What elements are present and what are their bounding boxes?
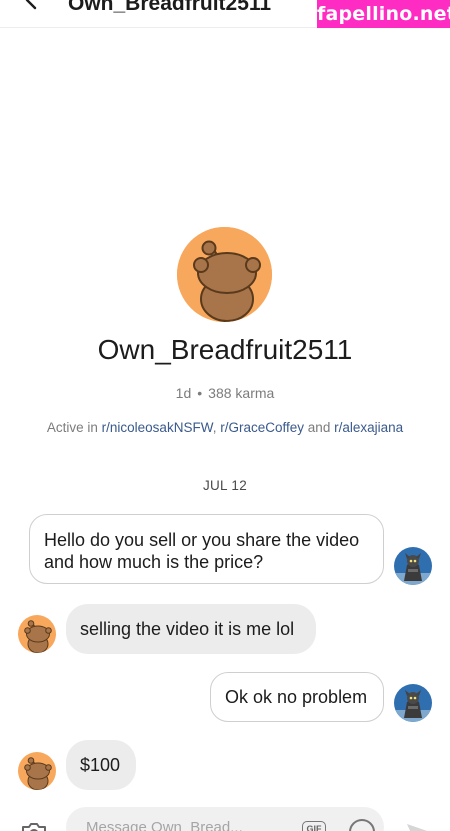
community-link[interactable]: r/alexajiana (334, 420, 403, 435)
message-input[interactable] (66, 807, 384, 831)
snoo-avatar-icon (177, 227, 272, 322)
message-composer: GIF (0, 805, 450, 831)
snoo-avatar-icon (18, 615, 56, 653)
snoo-avatar-icon (18, 752, 56, 790)
other-avatar[interactable] (18, 752, 56, 790)
profile-meta: 1d • 388 karma (0, 385, 450, 401)
send-icon[interactable] (405, 821, 435, 831)
karma-count: 388 karma (208, 385, 275, 401)
active-communities: Active in r/nicoleosakNSFW, r/GraceCoffe… (0, 420, 450, 435)
and-word: and (307, 420, 331, 435)
profile-avatar[interactable] (177, 227, 272, 322)
back-arrow-icon[interactable] (18, 0, 46, 14)
account-age: 1d (175, 385, 192, 401)
community-link[interactable]: r/nicoleosakNSFW (102, 420, 213, 435)
meta-separator: • (197, 385, 203, 401)
outgoing-message[interactable]: Ok ok no problem (210, 672, 384, 722)
user-avatar-icon (394, 684, 432, 722)
self-avatar[interactable] (394, 684, 432, 722)
outgoing-message[interactable]: Hello do you sell or you share the video… (29, 514, 384, 584)
self-avatar[interactable] (394, 547, 432, 585)
list-comma: , (212, 420, 217, 435)
other-avatar[interactable] (18, 615, 56, 653)
incoming-message[interactable]: selling the video it is me lol (66, 604, 316, 654)
active-prefix: Active in (46, 420, 98, 435)
incoming-message[interactable]: $100 (66, 740, 136, 790)
watermark: fapellino.net (317, 0, 450, 28)
community-link[interactable]: r/GraceCoffey (220, 420, 304, 435)
date-separator: JUL 12 (202, 478, 248, 493)
camera-icon[interactable] (20, 821, 48, 831)
user-avatar-icon (394, 547, 432, 585)
profile-username: Own_Breadfruit2511 (97, 334, 353, 365)
header-title: Own_Breadfruit2511 (68, 0, 272, 15)
gif-icon[interactable]: GIF (302, 821, 326, 831)
